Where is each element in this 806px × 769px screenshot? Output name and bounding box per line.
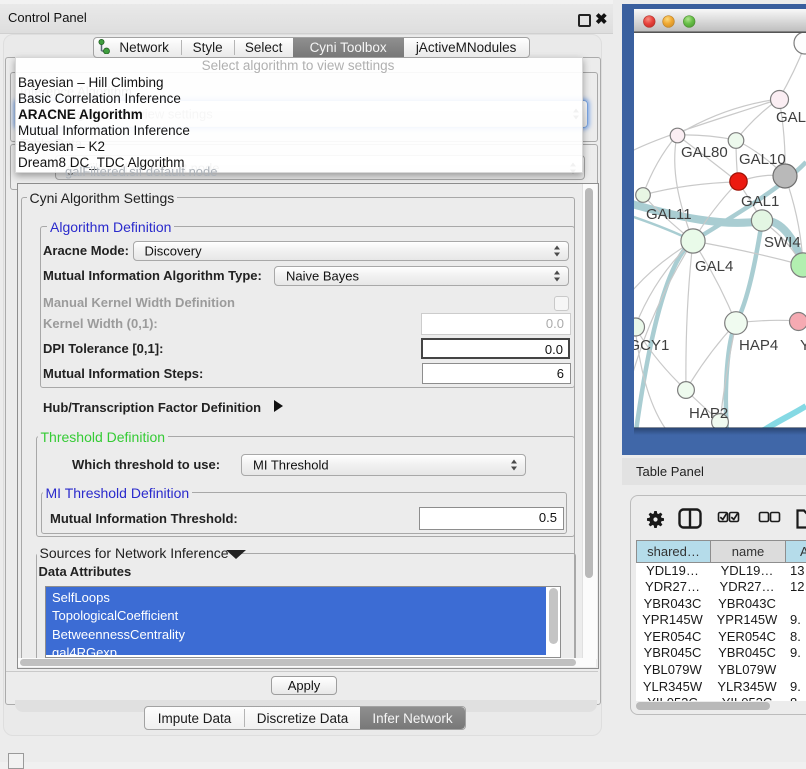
svg-text:GAL1: GAL1 [741,193,779,210]
svg-text:SWI4: SWI4 [764,234,801,251]
svg-text:HAP4: HAP4 [739,337,778,354]
svg-text:GAL10: GAL10 [739,151,786,168]
svg-text:HAP2: HAP2 [689,405,728,422]
svg-text:GCY1: GCY1 [634,337,669,354]
svg-text:GAL80: GAL80 [681,144,728,161]
svg-text:Y: Y [800,337,806,354]
svg-text:GAL11: GAL11 [646,206,692,223]
svg-text:GAL4: GAL4 [695,258,733,275]
svg-text:GAL: GAL [776,109,806,126]
